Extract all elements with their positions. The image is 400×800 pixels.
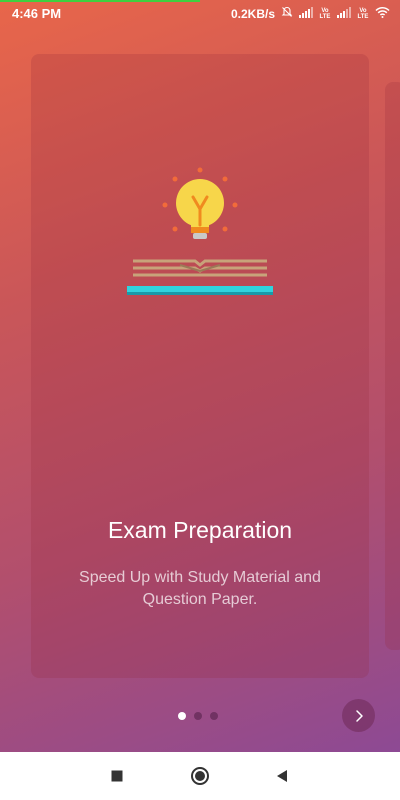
volte-badge-2: Vo LTE xyxy=(357,7,369,20)
status-bar: 4:46 PM 0.2KB/s Vo LTE Vo LTE xyxy=(0,0,400,26)
volte-badge: Vo LTE xyxy=(319,7,331,20)
status-time: 4:46 PM xyxy=(12,6,62,21)
next-button[interactable] xyxy=(342,699,375,732)
page-title: Exam Preparation xyxy=(107,517,293,543)
onboarding-screen: 4:46 PM 0.2KB/s Vo LTE Vo LTE Exam Prepa… xyxy=(0,0,400,752)
circle-home-icon xyxy=(191,767,209,785)
square-icon xyxy=(111,770,123,782)
system-nav-bar xyxy=(0,752,400,800)
recents-button[interactable] xyxy=(107,766,127,786)
bell-off-icon xyxy=(281,6,293,21)
triangle-back-icon xyxy=(277,770,287,782)
chevron-right-icon xyxy=(355,709,363,722)
back-button[interactable] xyxy=(272,766,292,786)
page-dot-3[interactable] xyxy=(210,712,218,720)
home-button[interactable] xyxy=(190,766,210,786)
network-speed: 0.2KB/s xyxy=(230,6,275,21)
next-card-peek xyxy=(385,82,400,650)
page-dot-2[interactable] xyxy=(194,712,202,720)
lightbulb-book-icon xyxy=(125,165,275,305)
page-indicator xyxy=(178,712,218,720)
signal-bars-icon xyxy=(337,6,351,21)
page-dot-1[interactable] xyxy=(178,712,186,720)
page-subtitle: Speed Up with Study Material and Questio… xyxy=(79,569,321,608)
status-icons: 0.2KB/s Vo LTE Vo LTE xyxy=(231,6,390,21)
signal-bars-icon xyxy=(299,6,313,21)
wifi-icon xyxy=(375,6,390,21)
